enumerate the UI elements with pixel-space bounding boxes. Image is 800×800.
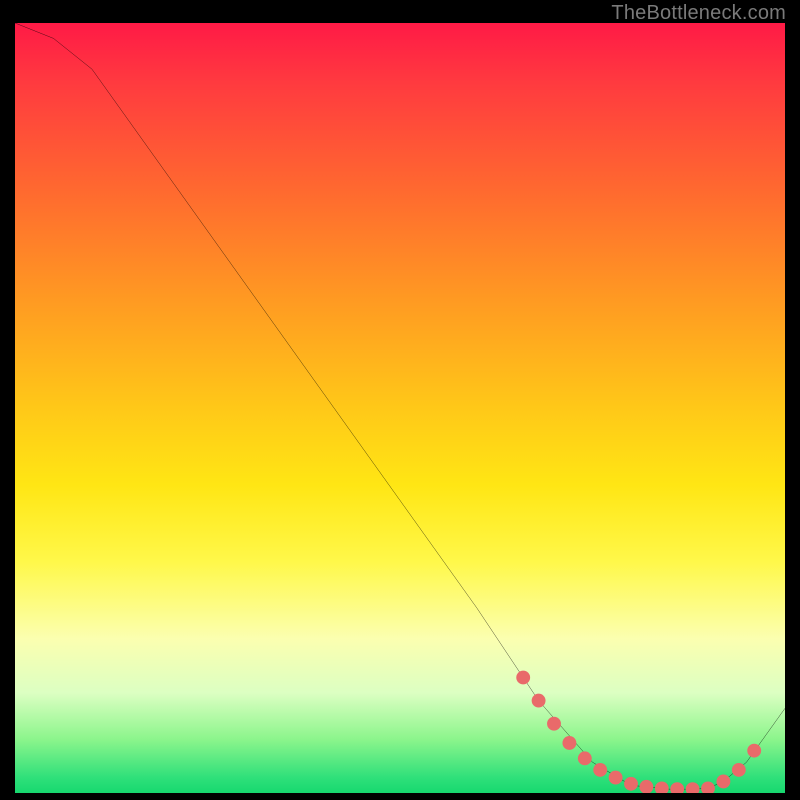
chart-plot-area (15, 23, 785, 793)
chart-svg (15, 23, 785, 793)
attribution-label: TheBottleneck.com (611, 2, 786, 25)
chart-marker (655, 781, 669, 793)
chart-marker (670, 782, 684, 793)
chart-marker (547, 717, 561, 731)
chart-marker (516, 671, 530, 685)
chart-marker (732, 763, 746, 777)
chart-marker (609, 771, 623, 785)
chart-marker (624, 777, 638, 791)
chart-marker (532, 694, 546, 708)
chart-marker (593, 763, 607, 777)
chart-marker (686, 782, 700, 793)
chart-marker (747, 744, 761, 758)
chart-markers (516, 671, 761, 793)
chart-frame: TheBottleneck.com (0, 0, 800, 800)
chart-line (15, 23, 785, 789)
chart-marker (716, 775, 730, 789)
chart-marker (701, 781, 715, 793)
chart-marker (578, 751, 592, 765)
chart-marker (639, 780, 653, 793)
chart-marker (562, 736, 576, 750)
